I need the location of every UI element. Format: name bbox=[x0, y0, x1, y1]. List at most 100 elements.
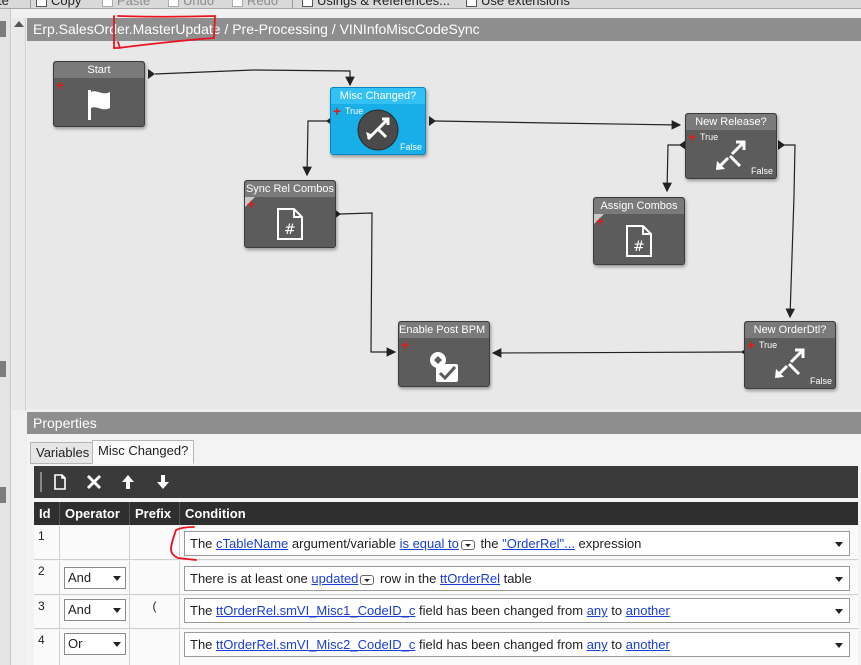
undo-button[interactable]: Undo bbox=[168, 0, 215, 8]
paste-button[interactable]: Paste bbox=[102, 0, 150, 8]
add-icon[interactable]: + bbox=[688, 130, 696, 144]
condition-link-table[interactable]: ttOrderRel bbox=[440, 571, 500, 586]
operator-select[interactable]: Or bbox=[64, 633, 126, 655]
condition-link-field[interactable]: ttOrderRel.smVI_Misc2_CodeID_c bbox=[216, 637, 415, 652]
condition-editor[interactable]: The cTableName argument/variable is equa… bbox=[184, 531, 850, 556]
condition-link-variable[interactable]: cTableName bbox=[216, 536, 288, 551]
condition-link-expression[interactable]: "OrderRel"... bbox=[502, 536, 575, 551]
breadcrumb-separator: / bbox=[327, 21, 340, 37]
node-start[interactable]: Start + bbox=[53, 61, 145, 127]
gutter-marker bbox=[0, 21, 6, 37]
usings-references-button[interactable]: Usings & References... bbox=[302, 0, 450, 8]
designer-vertical-scrollbar[interactable] bbox=[12, 18, 26, 410]
node-sync-rel-combos[interactable]: Sync Rel Combos + # bbox=[244, 180, 336, 248]
condition-icon bbox=[716, 140, 746, 170]
false-branch-label: False bbox=[399, 142, 422, 152]
gutter-marker bbox=[0, 487, 6, 503]
add-icon[interactable]: + bbox=[596, 214, 604, 228]
add-icon[interactable]: + bbox=[747, 338, 755, 352]
condition-link-to-value[interactable]: another bbox=[626, 637, 670, 652]
table-row[interactable]: 3 And ( The ttOrderRel.smVI_Misc1_CodeID… bbox=[34, 596, 858, 629]
add-icon[interactable]: + bbox=[247, 197, 255, 211]
column-header-condition[interactable]: Condition bbox=[180, 502, 858, 525]
scroll-up-arrow-icon[interactable] bbox=[14, 21, 24, 27]
row-condition-cell: The cTableName argument/variable is equa… bbox=[180, 526, 858, 559]
copy-button[interactable]: Copy bbox=[36, 0, 81, 8]
connector-neworderdtl-enablepost bbox=[491, 348, 744, 358]
breadcrumb-stage[interactable]: Pre-Processing bbox=[232, 21, 328, 37]
chevron-down-icon[interactable] bbox=[835, 577, 843, 582]
column-header-operator[interactable]: Operator bbox=[60, 502, 130, 525]
node-title: Sync Rel Combos bbox=[245, 181, 335, 197]
node-new-orderdtl[interactable]: New OrderDtl? + True False bbox=[744, 321, 836, 389]
node-new-release[interactable]: New Release? + True False bbox=[685, 113, 777, 179]
row-state-dropdown-icon[interactable] bbox=[360, 574, 375, 585]
condition-text: to bbox=[607, 637, 626, 652]
node-title: Start bbox=[54, 62, 144, 78]
table-row[interactable]: 4 Or The ttOrderRel.smVI_Misc2_CodeID_c … bbox=[34, 630, 858, 665]
condition-editor[interactable]: The ttOrderRel.smVI_Misc2_CodeID_c field… bbox=[184, 632, 850, 657]
copy-icon bbox=[36, 0, 47, 7]
operator-select[interactable]: And bbox=[64, 599, 126, 621]
operator-dropdown-icon[interactable] bbox=[460, 539, 475, 550]
breadcrumb-method[interactable]: MasterUpdate bbox=[133, 21, 221, 37]
move-down-icon[interactable] bbox=[155, 474, 171, 490]
operator-select[interactable]: And bbox=[64, 567, 126, 589]
connector-newrelease-neworderdtl bbox=[780, 144, 796, 319]
condition-link-to-value[interactable]: another bbox=[626, 603, 670, 618]
tab-variables[interactable]: Variables bbox=[30, 442, 96, 464]
condition-link-operator[interactable]: is equal to bbox=[400, 536, 459, 551]
move-up-icon[interactable] bbox=[120, 474, 136, 490]
undo-label: Undo bbox=[183, 0, 215, 8]
table-row[interactable]: 1 The cTableName argument/variable is eq… bbox=[34, 526, 858, 560]
condition-link-from-value[interactable]: any bbox=[587, 637, 608, 652]
chevron-down-icon[interactable] bbox=[113, 642, 121, 647]
delete-row-icon[interactable] bbox=[86, 474, 102, 490]
chevron-down-icon[interactable] bbox=[835, 643, 843, 648]
workflow-canvas[interactable]: Start + Misc Changed? + True False New R… bbox=[27, 41, 861, 409]
condition-icon bbox=[775, 348, 805, 378]
left-gutter bbox=[0, 9, 11, 665]
node-enable-post-bpm[interactable]: Enable Post BPM R + bbox=[398, 321, 490, 387]
add-icon[interactable]: + bbox=[401, 338, 409, 352]
column-header-id[interactable]: Id bbox=[34, 502, 60, 525]
row-id: 4 bbox=[34, 630, 60, 665]
node-misc-changed[interactable]: Misc Changed? + True False bbox=[330, 87, 426, 155]
connector-start-misc bbox=[154, 69, 355, 87]
tab-misc-changed[interactable]: Misc Changed? bbox=[92, 440, 195, 464]
use-extensions-button[interactable]: Use extensions bbox=[466, 0, 570, 8]
add-icon[interactable]: + bbox=[56, 78, 64, 92]
gutter-marker bbox=[0, 361, 6, 377]
condition-link-row-state[interactable]: updated bbox=[311, 571, 358, 586]
toolbar-item-label: te bbox=[0, 0, 9, 8]
node-assign-combos[interactable]: Assign Combos + # bbox=[593, 197, 685, 265]
add-icon[interactable]: + bbox=[333, 104, 341, 118]
toolbar-separator bbox=[292, 0, 293, 8]
node-title: Misc Changed? bbox=[331, 88, 425, 104]
condition-text: The bbox=[190, 603, 217, 618]
breadcrumb-directive: VINInfoMiscCodeSync bbox=[339, 21, 480, 37]
column-header-prefix[interactable]: Prefix bbox=[130, 502, 180, 525]
breadcrumb-service[interactable]: Erp.SalesOrder. bbox=[33, 21, 133, 37]
condition-link-field[interactable]: ttOrderRel.smVI_Misc1_CodeID_c bbox=[216, 603, 415, 618]
condition-text: row in the bbox=[376, 571, 440, 586]
toolbar: te Copy Paste Undo Redo Usings & Referen… bbox=[0, 0, 861, 9]
condition-editor[interactable]: There is at least one updated row in the… bbox=[184, 566, 850, 591]
condition-editor[interactable]: The ttOrderRel.smVI_Misc1_CodeID_c field… bbox=[184, 598, 850, 623]
node-title: New OrderDtl? bbox=[745, 322, 835, 338]
chevron-down-icon[interactable] bbox=[835, 609, 843, 614]
table-row[interactable]: 2 And There is at least one updated row … bbox=[34, 561, 858, 595]
use-extensions-label: Use extensions bbox=[481, 0, 570, 8]
new-row-icon[interactable] bbox=[52, 474, 68, 490]
chevron-down-icon[interactable] bbox=[113, 576, 121, 581]
toolbar-grip bbox=[40, 472, 42, 492]
row-condition-cell: There is at least one updated row in the… bbox=[180, 561, 858, 594]
row-condition-cell: The ttOrderRel.smVI_Misc2_CodeID_c field… bbox=[180, 630, 858, 665]
condition-link-from-value[interactable]: any bbox=[587, 603, 608, 618]
redo-button[interactable]: Redo bbox=[232, 0, 278, 8]
chevron-down-icon[interactable] bbox=[835, 542, 843, 547]
chevron-down-icon[interactable] bbox=[113, 608, 121, 613]
extensions-icon bbox=[466, 0, 477, 7]
node-title: New Release? bbox=[686, 114, 776, 130]
toolbar-item-paste-truncated[interactable]: te bbox=[0, 0, 9, 8]
